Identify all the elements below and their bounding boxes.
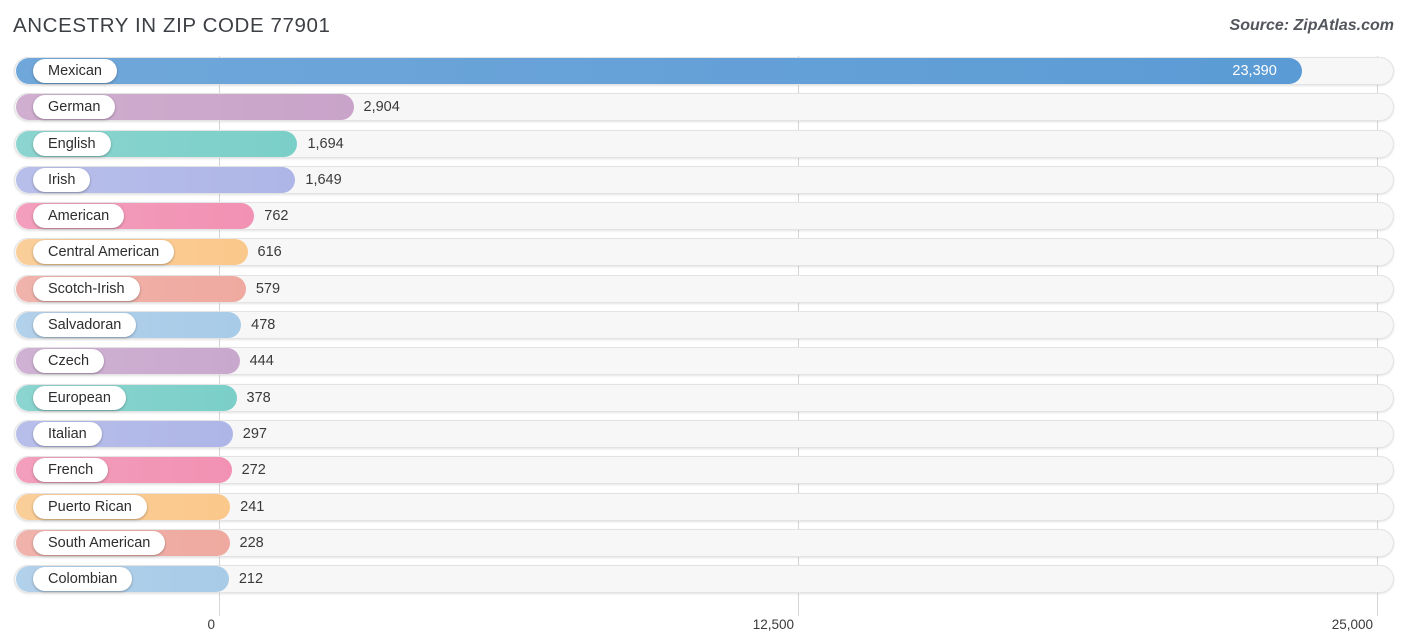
bar-category-label: American [33,204,125,229]
bar-category-label: European [33,385,126,410]
bar-row[interactable]: Puerto Rican 241 [0,492,1406,522]
bar-category-label: Colombian [33,567,133,592]
bar-value-label: 579 [255,280,281,297]
bar-row[interactable]: French 272 [0,455,1406,485]
bar-rows: Mexican 23,390 German 2,904 English 1,694 Iris… [0,56,1406,600]
bar-row[interactable]: Irish 1,649 [0,165,1406,195]
bar-value-label: 272 [241,462,266,479]
bar-value-label: 212 [238,571,264,588]
bar-value-label: 228 [239,534,264,551]
bar-category-label: French [33,458,109,483]
bar-category-label: Czech [33,349,105,374]
bar-value-label: 1,694 [307,135,344,152]
bar-value-label: 1,649 [305,171,342,188]
bar-category-label: English [33,131,111,156]
bar-row[interactable]: Italian 297 [0,419,1406,449]
bar-value-label: 616 [257,244,282,261]
bar-value-label: 478 [251,317,276,334]
x-axis-tick-label: 0 [207,617,215,632]
bar-row[interactable]: Czech 444 [0,346,1406,376]
x-axis-tick-label: 25,000 [1331,617,1373,632]
bar-value-label: 762 [264,208,289,225]
bar-row[interactable]: Scotch-Irish 579 [0,274,1406,304]
bar-row[interactable]: South American 228 [0,528,1406,558]
bar-category-label: Mexican [33,59,117,83]
bar-row[interactable]: English 1,694 [0,129,1406,159]
page-title: ANCESTRY IN ZIP CODE 77901 [13,14,331,37]
bar-category-label: Salvadoran [33,313,137,338]
bar-category-label: Central American [33,240,175,265]
bar-value-label: 297 [242,425,267,442]
bar-row[interactable]: Central American 616 [0,237,1406,267]
chart-header: ANCESTRY IN ZIP CODE 77901 Source: ZipAt… [0,0,1406,56]
bar-row[interactable]: American 762 [0,201,1406,231]
chart-plot-area: Mexican 23,390 German 2,904 English 1,694 Iris… [0,56,1406,616]
bar-value-label: 2,904 [363,99,400,116]
bar-row[interactable]: Mexican 23,390 [0,56,1406,86]
bar-category-label: German [33,95,116,120]
bar-category-label: Puerto Rican [33,494,147,519]
bar-row[interactable]: Colombian 212 [0,564,1406,594]
x-axis: 0 12,500 25,000 [0,612,1406,644]
bar-category-label: Irish [33,167,91,192]
bar-fill [16,58,1303,84]
source-attribution: Source: ZipAtlas.com [1229,17,1394,34]
bar-category-label: Italian [33,421,102,446]
bar-category-label: Scotch-Irish [33,276,140,301]
bar-value-label: 23,390 [1232,63,1277,79]
bar-row[interactable]: German 2,904 [0,92,1406,122]
bar-row[interactable]: Salvadoran 478 [0,310,1406,340]
bar-value-label: 444 [249,353,274,370]
x-axis-tick-label: 12,500 [752,617,794,632]
bar-category-label: South American [33,530,166,555]
bar-value-label: 241 [240,498,265,515]
bar-value-label: 378 [246,389,271,406]
bar-row[interactable]: European 378 [0,383,1406,413]
